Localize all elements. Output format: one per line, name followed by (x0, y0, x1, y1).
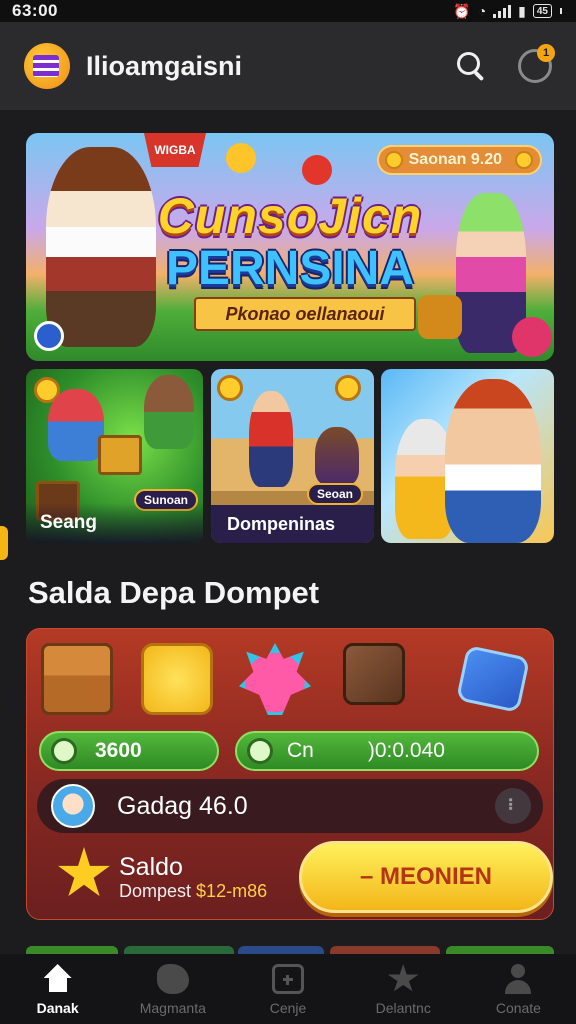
app-title: Ilioamgaisni (86, 50, 243, 81)
nav-label: Delantnc (375, 1000, 431, 1016)
banner-badge-icon (34, 321, 64, 351)
nav-item-home[interactable]: Danak (0, 954, 115, 1024)
nav-item-profile[interactable]: Conate (461, 954, 576, 1024)
user-icon (502, 964, 534, 994)
status-time: 63:00 (12, 1, 58, 20)
ticket-icon[interactable] (455, 643, 533, 721)
app-logo-icon (24, 43, 70, 89)
notification-icon[interactable]: 1 (518, 44, 555, 83)
saldo-sub: Dompest $12-m86 (119, 881, 267, 902)
star-icon (387, 964, 419, 992)
avatar (51, 784, 95, 828)
robot-character-illustration (48, 389, 104, 461)
smiley-shape (141, 643, 213, 715)
coin-icon (217, 375, 243, 401)
banner-title-line2: PERNSINA (165, 242, 415, 295)
monster-shape (239, 643, 311, 715)
nav-label: Magmanta (139, 1000, 206, 1016)
wallet-shape (343, 643, 405, 705)
banner-tag: WIGBA (144, 133, 206, 167)
signal-icon (493, 4, 512, 18)
game-card-1[interactable]: Sunoan Seang (26, 369, 203, 543)
side-drawer-handle[interactable] (0, 526, 8, 560)
card-label: Dompeninas (227, 514, 336, 534)
coin-icon (384, 151, 403, 169)
star-icon (58, 847, 110, 897)
gadget-text: Gadag 46.0 (117, 791, 248, 820)
more-options-icon[interactable]: ⠇ (495, 788, 531, 824)
notification-badge: 1 (537, 44, 555, 62)
banner-prize-text: Saonan 9.20 (408, 151, 502, 168)
card-label: Seang (40, 512, 98, 533)
game-card-3[interactable] (381, 369, 554, 543)
coin-icon (515, 151, 533, 169)
monster-icon[interactable] (239, 643, 311, 721)
balance-value: 3600 (95, 739, 142, 762)
alarm-icon: ⏰ (453, 2, 471, 19)
game-icon (156, 964, 189, 994)
crate-decoration (98, 435, 142, 475)
cat-character-illustration (144, 375, 194, 449)
balance-bar[interactable]: 3600 (39, 731, 219, 771)
card-label-bar: Dompeninas (211, 505, 374, 543)
check-icon (51, 738, 77, 764)
home-icon (42, 964, 74, 994)
game-card-2[interactable]: Seoan Dompeninas (211, 369, 374, 543)
smiley-block-icon[interactable] (141, 643, 213, 721)
points-unit: Cn (287, 739, 314, 762)
nav-item-games[interactable]: Magmanta (115, 954, 230, 1024)
wallet-section-title: Salda Depa Dompet (28, 575, 320, 610)
nav-label: Danak (36, 1000, 79, 1016)
battery-level: 45 (536, 5, 548, 17)
banner-ribbon: Pkonao oellanaoui (194, 297, 416, 331)
bottom-nav: Danak Magmanta Cenje Delantnc Conate (0, 954, 576, 1024)
nav-label: Cenje (269, 1000, 307, 1016)
coin-icon (335, 375, 361, 401)
wallet-panel: 3600 Cn )0:0.040 Gadag 46.0 ⠇ Saldo Domp… (26, 628, 554, 920)
barrel-decoration (418, 295, 462, 339)
fruit-decoration (226, 143, 256, 173)
boy-character-illustration (445, 379, 541, 543)
ball-decoration (512, 317, 552, 357)
saldo-label: Saldo (119, 853, 183, 881)
search-icon[interactable] (454, 49, 488, 83)
saldo-sub-value: $12-m86 (196, 881, 268, 901)
plus-icon (272, 964, 304, 994)
banner-prize-pill: Saonan 9.20 (376, 145, 542, 175)
nav-item-favorites[interactable]: Delantnc (346, 954, 461, 1024)
leaf-icon (247, 738, 273, 764)
banner-title-line1: CunsoJicn (157, 188, 423, 244)
app-header: Ilioamgaisni 1 (0, 22, 576, 110)
status-icons: ⏰ ◔ ▮ 45 (453, 3, 562, 20)
wifi-icon: ◔ (477, 3, 487, 19)
card-label-bar: Seang (26, 503, 203, 543)
nav-label: Conate (495, 1000, 541, 1016)
points-bar[interactable]: Cn )0:0.040 (235, 731, 539, 771)
card-chip: Seoan (307, 483, 364, 505)
saldo-sub-label: Dompest (119, 881, 192, 901)
chest-shape (41, 643, 113, 715)
status-bar: 63:00 ⏰ ◔ ▮ 45 (0, 0, 576, 22)
fighter-character-illustration (249, 391, 293, 487)
gadget-row[interactable]: Gadag 46.0 ⠇ (37, 779, 543, 833)
battery-icon: 45 (532, 4, 552, 18)
header-actions: 1 (454, 44, 555, 83)
fruit-decoration (302, 155, 332, 185)
sd-card-icon: ▮ (518, 2, 526, 19)
chest-icon[interactable] (41, 643, 113, 721)
cta-button[interactable]: – MEONIEN (299, 841, 553, 913)
ticket-shape (455, 644, 531, 714)
promo-banner[interactable]: WIGBA Saonan 9.20 CunsoJicn PERNSINA Pko… (26, 133, 554, 361)
wallet-icon[interactable] (343, 643, 415, 721)
nav-item-add[interactable]: Cenje (230, 954, 345, 1024)
battery-tip (560, 8, 562, 14)
crowd-characters-illustration (315, 427, 359, 485)
points-value: )0:0.040 (367, 739, 445, 762)
